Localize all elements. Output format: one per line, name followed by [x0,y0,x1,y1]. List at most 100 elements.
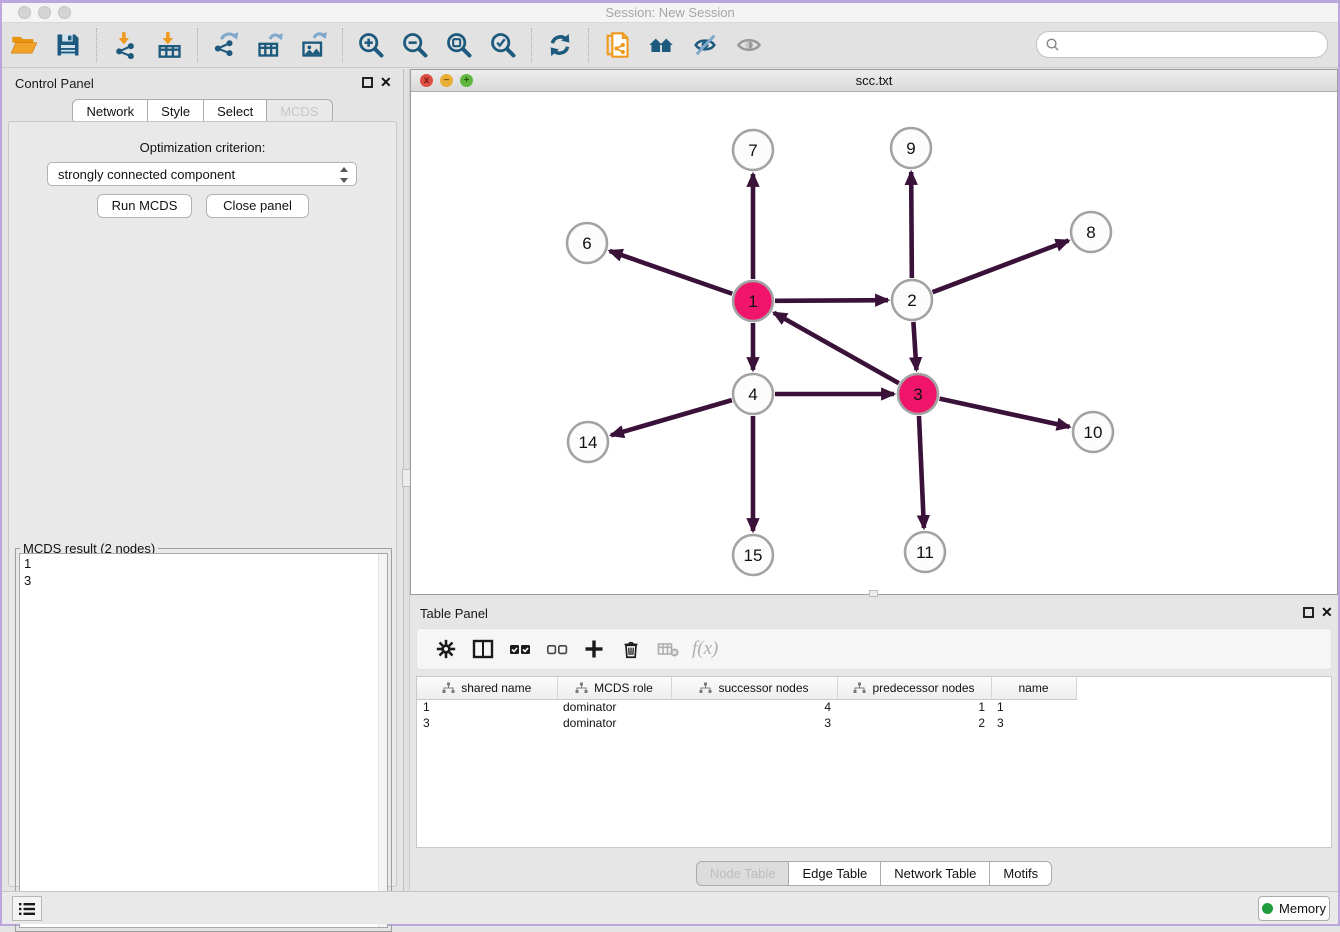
unselect-all-icon[interactable] [540,634,574,664]
graph-edge-2-9[interactable] [911,172,912,278]
vertical-splitter[interactable] [403,69,410,895]
run-mcds-button[interactable]: Run MCDS [97,194,192,218]
tree-icon [442,682,455,694]
graph-node-label: 11 [916,543,934,562]
tab-network-table[interactable]: Network Table [881,861,990,886]
table-panel-tabs: Node TableEdge TableNetwork TableMotifs [410,861,1338,886]
table-cell[interactable]: 3 [671,715,837,731]
column-header-MCDS-role[interactable]: MCDS role [557,677,671,699]
graph-node-label: 9 [906,139,915,158]
splitter-grip[interactable] [869,590,878,597]
apply-layout-icon[interactable] [544,29,576,61]
node-table: shared nameMCDS rolesuccessor nodesprede… [416,676,1332,848]
graph-node-label: 6 [582,234,591,253]
clone-network-icon[interactable] [601,29,633,61]
table-cell[interactable]: dominator [557,715,671,731]
export-table-icon[interactable] [254,29,286,61]
node-table-grid[interactable]: shared nameMCDS rolesuccessor nodesprede… [417,677,1329,731]
table-cell[interactable]: 1 [417,699,557,715]
memory-label: Memory [1279,901,1326,916]
settings-gear-icon[interactable] [429,634,463,664]
import-table-icon[interactable] [153,29,185,61]
graph-node-label: 8 [1086,223,1095,242]
toolbar-separator [197,28,198,62]
graph-edge-3-1[interactable] [774,313,899,383]
application-window: Session: New Session Control Panel [0,0,1340,926]
control-panel-title: Control Panel [15,76,94,91]
status-bar: Memory [2,891,1338,924]
scrollbar-track[interactable] [378,554,387,927]
export-image-icon[interactable] [298,29,330,61]
float-panel-icon[interactable] [362,77,373,88]
show-hide-graphic-details-icon[interactable] [689,29,721,61]
column-header-name[interactable]: name [991,677,1076,699]
tab-motifs[interactable]: Motifs [990,861,1052,886]
table-cell[interactable]: 2 [837,715,991,731]
control-panel: Control Panel ✕ NetworkStyleSelectMCDS O… [2,69,403,895]
tree-icon [699,682,712,694]
tab-node-table[interactable]: Node Table [696,861,790,886]
mcds-result-text[interactable]: 1 3 [19,553,388,928]
graph-node-label: 4 [748,385,757,404]
zoom-out-icon[interactable] [399,29,431,61]
search-input[interactable] [1065,35,1327,55]
column-header-successor-nodes[interactable]: successor nodes [671,677,837,699]
table-cell[interactable]: 1 [991,699,1076,715]
open-file-icon[interactable] [8,29,40,61]
tab-edge-table[interactable]: Edge Table [789,861,881,886]
graph-edge-3-11[interactable] [919,416,924,528]
graph-edge-1-6[interactable] [610,251,733,294]
tree-icon [575,682,588,694]
column-header-shared-name[interactable]: shared name [417,677,557,699]
table-cell[interactable]: 3 [991,715,1076,731]
search-box[interactable] [1036,31,1328,58]
mcds-panel: Optimization criterion: strongly connect… [8,121,397,887]
zoom-fit-icon[interactable] [443,29,475,61]
table-toolbar: f(x) [416,628,1332,670]
table-panel: Table Panel ✕ f(x) shared nameMCDS roles… [410,599,1338,891]
close-panel-icon[interactable]: ✕ [1321,604,1333,620]
network-graph[interactable]: 7968124314101511 [411,92,1337,594]
close-panel-button[interactable]: Close panel [206,194,309,218]
zoom-in-icon[interactable] [355,29,387,61]
toolbar-separator [342,28,343,62]
memory-button[interactable]: Memory [1258,896,1330,921]
toggle-column-panel-icon[interactable] [466,634,500,664]
table-cell[interactable]: 3 [417,715,557,731]
graph-edge-1-2[interactable] [775,300,888,301]
save-session-icon[interactable] [52,29,84,61]
graph-node-label: 3 [913,385,922,404]
table-cell[interactable]: dominator [557,699,671,715]
network-canvas[interactable]: 7968124314101511 [411,92,1337,594]
zoom-selected-icon[interactable] [487,29,519,61]
network-view-window: x − + scc.txt 7968124314101511 [410,69,1338,595]
mcds-result-line: 1 [24,555,383,572]
add-column-icon[interactable] [577,634,611,664]
mcds-result-line: 3 [24,572,383,589]
task-history-button[interactable] [12,896,42,921]
window-title: Session: New Session [2,5,1338,20]
export-network-icon[interactable] [210,29,242,61]
graph-edge-4-14[interactable] [611,400,732,435]
column-header-predecessor-nodes[interactable]: predecessor nodes [837,677,991,699]
graph-edge-3-10[interactable] [939,399,1069,427]
first-neighbors-icon[interactable] [645,29,677,61]
table-cell[interactable]: 1 [837,699,991,715]
graph-node-label: 15 [744,546,763,565]
close-panel-icon[interactable]: ✕ [380,74,392,90]
float-panel-icon[interactable] [1303,607,1314,618]
table-row[interactable]: 3dominator323 [417,715,1329,731]
import-network-icon[interactable] [109,29,141,61]
list-icon [18,901,36,917]
graph-edge-2-8[interactable] [933,241,1069,293]
table-cell[interactable]: 4 [671,699,837,715]
optimization-criterion-select[interactable]: strongly connected component [47,162,357,186]
main-toolbar [2,23,1338,68]
select-all-icon[interactable] [503,634,537,664]
search-icon [1045,37,1060,52]
delete-column-icon[interactable] [614,634,648,664]
graph-edge-2-3[interactable] [913,322,916,370]
toolbar-separator [96,28,97,62]
mcds-result-fieldset: MCDS result (2 nodes) 1 3 [15,548,392,932]
table-row[interactable]: 1dominator411 [417,699,1329,715]
